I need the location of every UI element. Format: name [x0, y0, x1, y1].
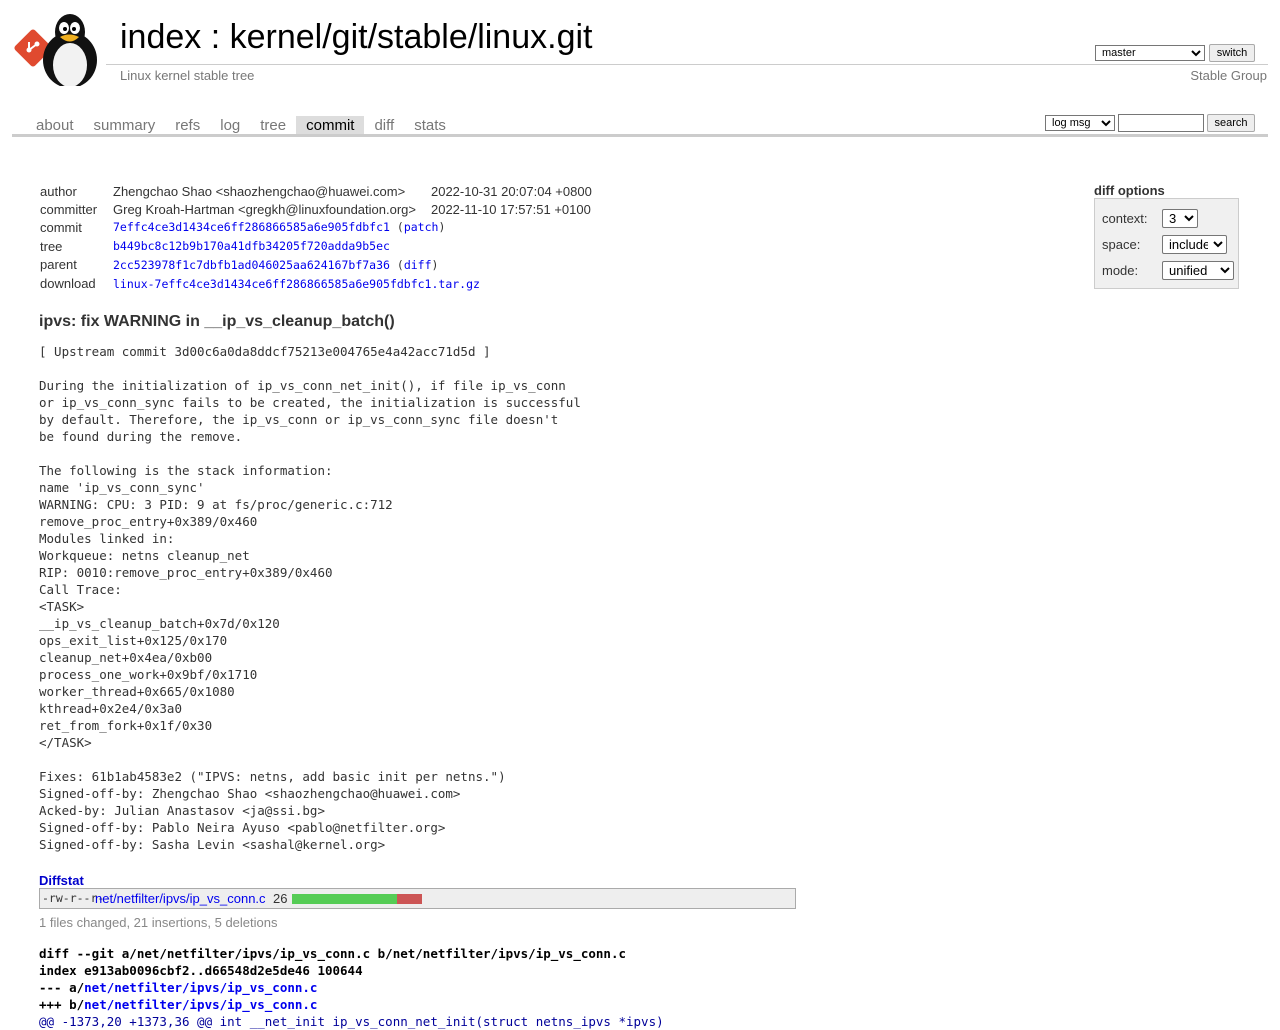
repo-description: Linux kernel stable tree: [120, 68, 255, 83]
page-title: index : kernel/git/stable/linux.git: [120, 15, 593, 59]
tab-commit[interactable]: commit: [296, 116, 365, 135]
space-select[interactable]: include: [1162, 235, 1227, 254]
parent-value: 2cc523978f1c7dbfb1ad046025aa624167bf7a36…: [110, 256, 595, 275]
title-separator: :: [201, 18, 230, 56]
repo-link[interactable]: kernel/git/stable/linux.git: [230, 18, 593, 56]
author-date: 2022-10-31 20:07:04 +0800: [430, 184, 592, 199]
author-value: Zhengchao Shao <shaozhengchao@huawei.com…: [113, 184, 406, 199]
diffstat-insertions-bar: [292, 894, 397, 904]
header-divider: [106, 64, 1268, 65]
tabs-divider: [12, 134, 1268, 137]
diffstat-change-count: 26: [273, 891, 288, 906]
mode-label: mode:: [1102, 263, 1139, 278]
diffstat-bar: [292, 894, 422, 904]
diff-view: diff --git a/net/netfilter/ipvs/ip_vs_co…: [39, 945, 664, 1030]
tux-penguin-icon: [43, 14, 97, 86]
diff-options-panel: context: 3 space: include mode: unified: [1094, 198, 1239, 289]
tab-stats[interactable]: stats: [404, 116, 456, 135]
parent-diff-link[interactable]: diff: [404, 258, 432, 272]
repo-owner: Stable Group: [1190, 68, 1267, 83]
patch-open-paren: (: [389, 220, 404, 235]
branch-select[interactable]: master: [1095, 45, 1205, 61]
commit-subject: ipvs: fix WARNING in __ip_vs_cleanup_bat…: [39, 313, 395, 330]
patch-close-paren: ): [438, 220, 446, 235]
tree-row: tree b449bc8c12b9b170a41dfb34205f720adda…: [37, 237, 595, 256]
committer-row: committer Greg Kroah-Hartman <gregkh@lin…: [37, 201, 595, 219]
parent-open-paren: (: [389, 257, 404, 272]
switch-button[interactable]: switch: [1209, 44, 1255, 62]
diff-plus-file-link[interactable]: net/netfilter/ipvs/ip_vs_conn.c: [84, 997, 317, 1012]
diff-minus-file-link[interactable]: net/netfilter/ipvs/ip_vs_conn.c: [84, 980, 317, 995]
parent-label: parent: [40, 257, 77, 273]
parent-sha-link[interactable]: 2cc523978f1c7dbfb1ad046025aa624167bf7a36: [113, 258, 390, 272]
committer-date: 2022-11-10 17:57:51 +0100: [430, 201, 591, 217]
diffstat-header[interactable]: Diffstat: [39, 873, 84, 888]
diffstat-summary: 1 files changed, 21 insertions, 5 deleti…: [39, 915, 278, 930]
tab-summary[interactable]: summary: [84, 116, 166, 135]
search-button[interactable]: search: [1207, 114, 1255, 132]
context-select[interactable]: 3: [1162, 209, 1198, 228]
committer-label: committer: [40, 201, 98, 217]
tree-label: tree: [40, 238, 63, 254]
nav-tabs: about summary refs log tree commit diff …: [26, 116, 456, 135]
tab-log[interactable]: log: [210, 116, 250, 135]
download-link[interactable]: linux-7effc4ce3d1434ce6ff286866585a6e905…: [113, 277, 480, 291]
tab-tree[interactable]: tree: [250, 116, 296, 135]
tree-sha-link[interactable]: b449bc8c12b9b170a41dfb34205f720adda9b5ec: [113, 239, 390, 253]
space-label: space:: [1102, 237, 1141, 252]
download-label: download: [40, 276, 96, 292]
site-logo[interactable]: [12, 10, 108, 86]
diff-git-header: diff --git a/net/netfilter/ipvs/ip_vs_co…: [39, 946, 626, 961]
diff-minus-prefix: --- a/: [39, 980, 85, 995]
author-row: author Zhengchao Shao <shaozhengchao@hua…: [37, 183, 595, 201]
diff-options-title: diff options: [1094, 183, 1165, 198]
commit-info-table: author Zhengchao Shao <shaozhengchao@hua…: [37, 183, 595, 293]
index-link[interactable]: index: [120, 18, 201, 56]
committer-value: Greg Kroah-Hartman <gregkh@linuxfoundati…: [113, 201, 416, 217]
download-row: download linux-7effc4ce3d1434ce6ff286866…: [37, 275, 595, 294]
commit-value: 7effc4ce3d1434ce6ff286866585a6e905fdbfc1…: [110, 218, 595, 237]
parent-row: parent 2cc523978f1c7dbfb1ad046025aa62416…: [37, 256, 595, 275]
diffstat-deletions-bar: [397, 894, 422, 904]
parent-close-paren: ): [431, 257, 439, 272]
tab-about[interactable]: about: [26, 116, 84, 135]
commit-sha-link[interactable]: 7effc4ce3d1434ce6ff286866585a6e905fdbfc1: [113, 220, 390, 234]
diff-index-line: index e913ab0096cbf2..d66548d2e5de46 100…: [39, 963, 363, 978]
download-value: linux-7effc4ce3d1434ce6ff286866585a6e905…: [110, 275, 595, 294]
commit-message: [ Upstream commit 3d00c6a0da8ddcf75213e0…: [39, 344, 581, 852]
diffstat-table: -rw-r--r-- net/netfilter/ipvs/ip_vs_conn…: [39, 888, 796, 909]
tab-diff[interactable]: diff: [364, 116, 404, 135]
diff-plus-prefix: +++ b/: [39, 997, 85, 1012]
patch-link[interactable]: patch: [404, 220, 439, 234]
mode-select[interactable]: unified: [1162, 261, 1234, 280]
diffstat-file-link[interactable]: net/netfilter/ipvs/ip_vs_conn.c: [95, 891, 266, 906]
author-label: author: [40, 184, 77, 199]
tree-value: b449bc8c12b9b170a41dfb34205f720adda9b5ec: [110, 237, 595, 256]
diff-hunk-header: @@ -1373,20 +1373,36 @@ int __net_init i…: [39, 1014, 664, 1029]
search-input[interactable]: [1118, 114, 1204, 132]
context-label: context:: [1102, 211, 1148, 226]
commit-label: commit: [40, 219, 82, 235]
search-type-select[interactable]: log msg: [1045, 115, 1115, 131]
commit-row: commit 7effc4ce3d1434ce6ff286866585a6e90…: [37, 218, 595, 237]
tab-refs[interactable]: refs: [165, 116, 210, 135]
